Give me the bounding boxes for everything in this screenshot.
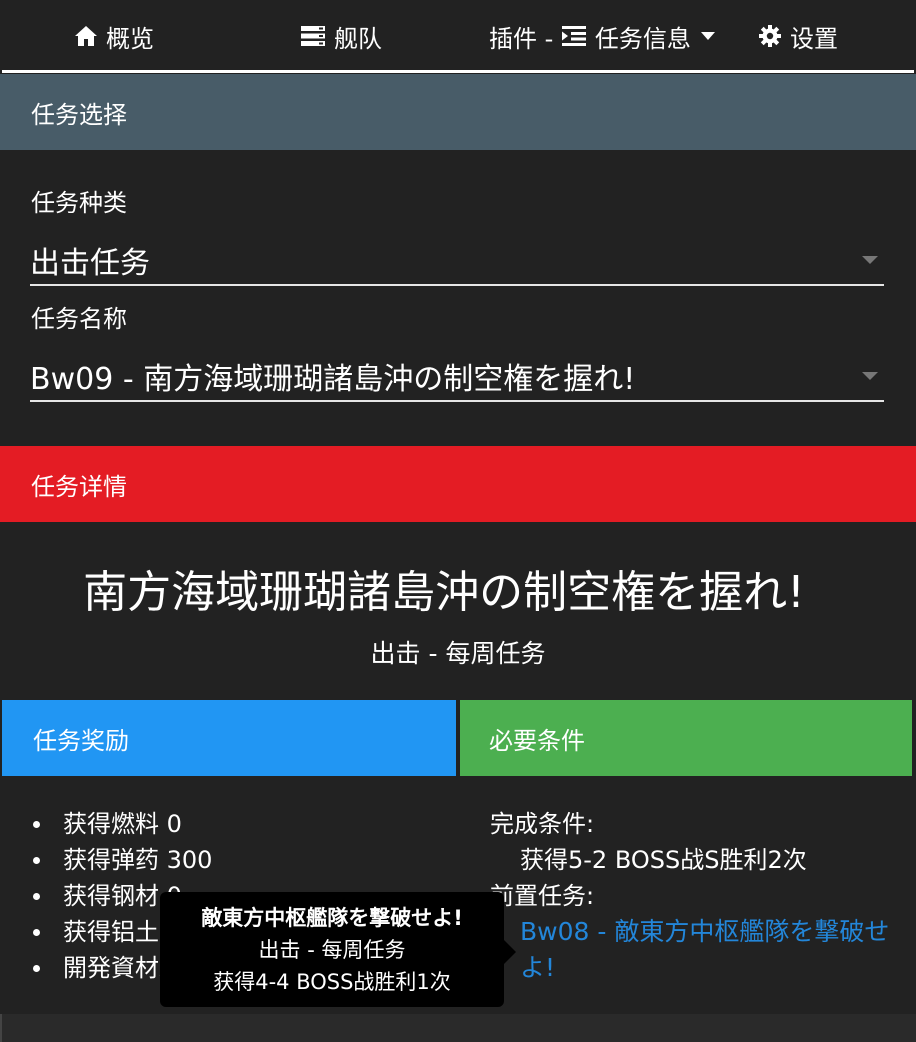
requirements-header-label: 必要条件 [489,726,585,755]
bullet-icon [33,820,40,828]
bullet-icon [33,964,40,972]
nav-fleet[interactable]: 舰队 [300,18,382,54]
tooltip-title: 敵東方中枢艦隊を撃破せよ! [201,906,463,930]
scroll-edge [0,1014,2,1042]
nav-settings[interactable]: 设置 [758,18,838,54]
tooltip-arrow [504,940,516,964]
nav-plugins-dropdown[interactable]: 插件 - 任务信息 [489,18,715,54]
dropdown-arrow-icon [862,372,878,380]
quest-detail-header: 任务详情 [0,446,916,522]
rewards-header: 任务奖励 [2,700,456,776]
nav-overview-label: 概览 [106,24,154,53]
server-icon [300,25,326,47]
quest-detail-title: 任务详情 [31,472,127,501]
quest-select-header: 任务选择 [0,74,916,150]
dropdown-arrow-icon [862,256,878,264]
home-icon [74,25,98,47]
list-item: 获得燃料 0 [30,806,323,842]
quest-subtitle: 出击 - 每周任务 [370,639,546,668]
rewards-header-label: 任务奖励 [33,726,129,755]
quest-category-value: 出击任务 [30,246,150,281]
tooltip-type: 出击 - 每周任务 [258,938,406,962]
requirements-header: 必要条件 [460,700,912,776]
caret-down-icon [700,32,715,40]
nav-fleet-label: 舰队 [334,24,382,53]
reward-text: 获得弹药 300 [63,846,213,874]
quest-select-title: 任务选择 [31,100,127,129]
complete-condition-value: 获得5-2 BOSS战S胜利2次 [520,846,807,874]
quest-category-select[interactable]: 出击任务 [30,234,884,286]
quest-name-value: Bw09 - 南方海域珊瑚諸島沖の制空権を握れ! [30,362,636,397]
list-item: 获得弹药 300 [30,842,323,878]
gear-icon [758,24,782,48]
bullet-icon [33,928,40,936]
prerequisite-label: 前置任务: [490,882,595,910]
quest-name-select[interactable]: Bw09 - 南方海域珊瑚諸島沖の制空権を握れ! [30,350,884,402]
bullet-icon [33,856,40,864]
nav-settings-label: 设置 [790,24,838,53]
quest-category-label: 任务种类 [31,189,127,217]
reward-text: 获得燃料 0 [63,810,182,838]
quest-title: 南方海域珊瑚諸島沖の制空権を握れ! [83,567,805,618]
indent-list-icon [561,25,587,47]
prerequisite-quest-link[interactable]: Bw08 - 敵東方中枢艦隊を撃破せよ! [490,914,890,986]
nav-plugins-prefix: 插件 - [489,24,561,53]
bullet-icon [33,892,40,900]
nav-plugins-label: 任务信息 [594,24,691,53]
tooltip-condition: 获得4-4 BOSS战胜利1次 [213,970,451,994]
bottom-strip [0,1014,916,1042]
top-nav: 概览 舰队 插件 - 任务信息 设置 [0,0,916,73]
complete-condition-label: 完成条件: [490,810,595,838]
quest-tooltip: 敵東方中枢艦隊を撃破せよ! 出击 - 每周任务 获得4-4 BOSS战胜利1次 [160,892,516,1007]
quest-name-label: 任务名称 [31,305,127,333]
nav-divider [2,70,914,73]
nav-overview[interactable]: 概览 [74,18,154,54]
requirements-body: 完成条件: 获得5-2 BOSS战S胜利2次 前置任务: Bw08 - 敵東方中… [490,806,890,986]
